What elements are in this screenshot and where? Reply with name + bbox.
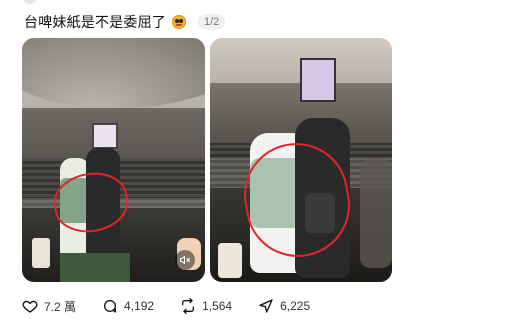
- post-title: 台啤妹紙是不是委屈了: [24, 14, 166, 30]
- post-actions: 7.2 萬 4,192 1,564 6,225: [22, 296, 310, 316]
- flushed-face-emoji: [172, 15, 186, 29]
- share-button[interactable]: 6,225: [258, 298, 310, 314]
- share-count: 6,225: [280, 299, 311, 313]
- share-icon: [259, 299, 273, 313]
- reply-button[interactable]: 4,192: [102, 298, 154, 314]
- comment-icon: [104, 300, 117, 313]
- post-text: 台啤妹紙是不是委屈了 1/2: [24, 12, 226, 32]
- repost-count: 1,564: [202, 299, 233, 313]
- avatar-edge: [24, 0, 36, 4]
- volume-muted-icon[interactable]: [175, 250, 195, 270]
- media-item-1[interactable]: [22, 38, 205, 282]
- heart-icon: [22, 300, 38, 313]
- page-indicator: 1/2: [198, 14, 226, 30]
- reply-count: 4,192: [124, 299, 155, 313]
- header-edge: [0, 0, 512, 6]
- media-item-2[interactable]: [210, 38, 392, 282]
- repost-button[interactable]: 1,564: [180, 298, 232, 314]
- repost-icon: [182, 298, 195, 314]
- like-button[interactable]: 7.2 萬: [22, 298, 76, 315]
- like-count: 7.2 萬: [44, 299, 77, 314]
